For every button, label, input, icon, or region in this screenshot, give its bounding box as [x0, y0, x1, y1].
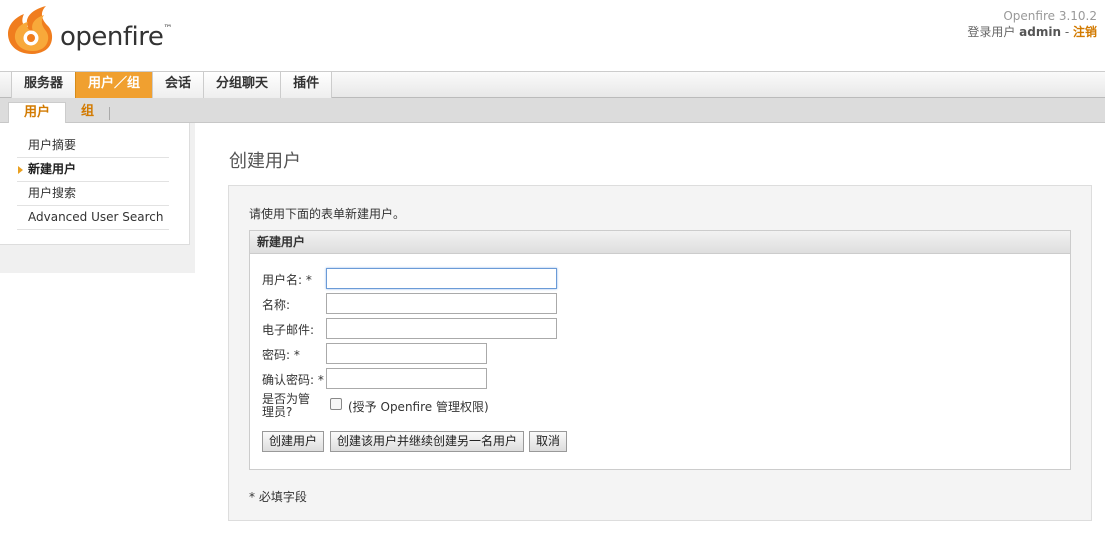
login-separator: -: [1061, 25, 1073, 39]
admin-checkbox[interactable]: [330, 398, 342, 410]
content-box: 请使用下面的表单新建用户。 新建用户 用户名: * 名称: 电子邮件: 密码: …: [228, 185, 1092, 521]
admin-label-line2: 理员?: [262, 405, 293, 419]
create-and-continue-button[interactable]: 创建该用户并继续创建另一名用户: [330, 431, 525, 452]
subtab-groups[interactable]: 组: [66, 102, 109, 123]
openfire-flame-icon: [8, 6, 53, 54]
sidebar: 用户摘要 新建用户 用户搜索 Advanced User Search: [0, 123, 190, 245]
version-label: Openfire 3.10.2: [1003, 9, 1097, 23]
sidebar-item-user-search[interactable]: 用户搜索: [17, 182, 169, 206]
password-label: 密码: *: [262, 348, 300, 362]
login-info: 登录用户 admin - 注销: [967, 23, 1097, 40]
sidebar-item-user-summary[interactable]: 用户摘要: [17, 134, 169, 158]
email-label: 电子邮件:: [262, 323, 315, 337]
cancel-button[interactable]: 取消: [529, 431, 568, 452]
admin-label: 是否为管 理员?: [262, 393, 310, 419]
subtab-users[interactable]: 用户: [8, 102, 67, 123]
subtab-divider: [109, 107, 111, 120]
create-user-button[interactable]: 创建用户: [262, 431, 325, 452]
intro-text: 请使用下面的表单新建用户。: [249, 207, 406, 221]
sub-nav: 用户 组: [0, 98, 1105, 123]
sidebar-item-create-user[interactable]: 新建用户: [17, 158, 169, 182]
create-user-form-panel: 新建用户 用户名: * 名称: 电子邮件: 密码: * 确认密码: * 是否为管…: [249, 230, 1071, 470]
tab-users-groups[interactable]: 用户／组: [75, 72, 153, 98]
name-input[interactable]: [326, 293, 557, 314]
name-label: 名称:: [262, 298, 291, 312]
form-panel-title: 新建用户: [250, 231, 1070, 254]
page-title: 创建用户: [229, 151, 301, 172]
password-input[interactable]: [326, 343, 487, 364]
admin-checkbox-label: (授予 Openfire 管理权限): [348, 400, 489, 414]
logout-link[interactable]: 注销: [1073, 25, 1097, 39]
login-prefix: 登录用户: [967, 25, 1016, 39]
sidebar-item-advanced-user-search[interactable]: Advanced User Search: [17, 206, 169, 230]
username-label: 用户名: *: [262, 273, 312, 287]
tab-server[interactable]: 服务器: [11, 72, 76, 98]
tab-plugins[interactable]: 插件: [280, 72, 333, 98]
main-nav: 服务器 用户／组 会话 分组聊天 插件: [0, 71, 1105, 98]
required-fields-note: * 必填字段: [249, 490, 307, 504]
confirm-password-label: 确认密码: *: [262, 373, 324, 387]
email-input[interactable]: [326, 318, 557, 339]
username-input[interactable]: [326, 268, 557, 289]
tab-sessions[interactable]: 会话: [152, 72, 204, 98]
confirm-password-input[interactable]: [326, 368, 487, 389]
tab-group-chat[interactable]: 分组聊天: [203, 72, 281, 98]
openfire-logo-text: openfire™: [60, 22, 172, 52]
header: openfire™ Openfire 3.10.2 登录用户 admin - 注…: [0, 0, 1105, 72]
current-username: admin: [1019, 25, 1062, 39]
